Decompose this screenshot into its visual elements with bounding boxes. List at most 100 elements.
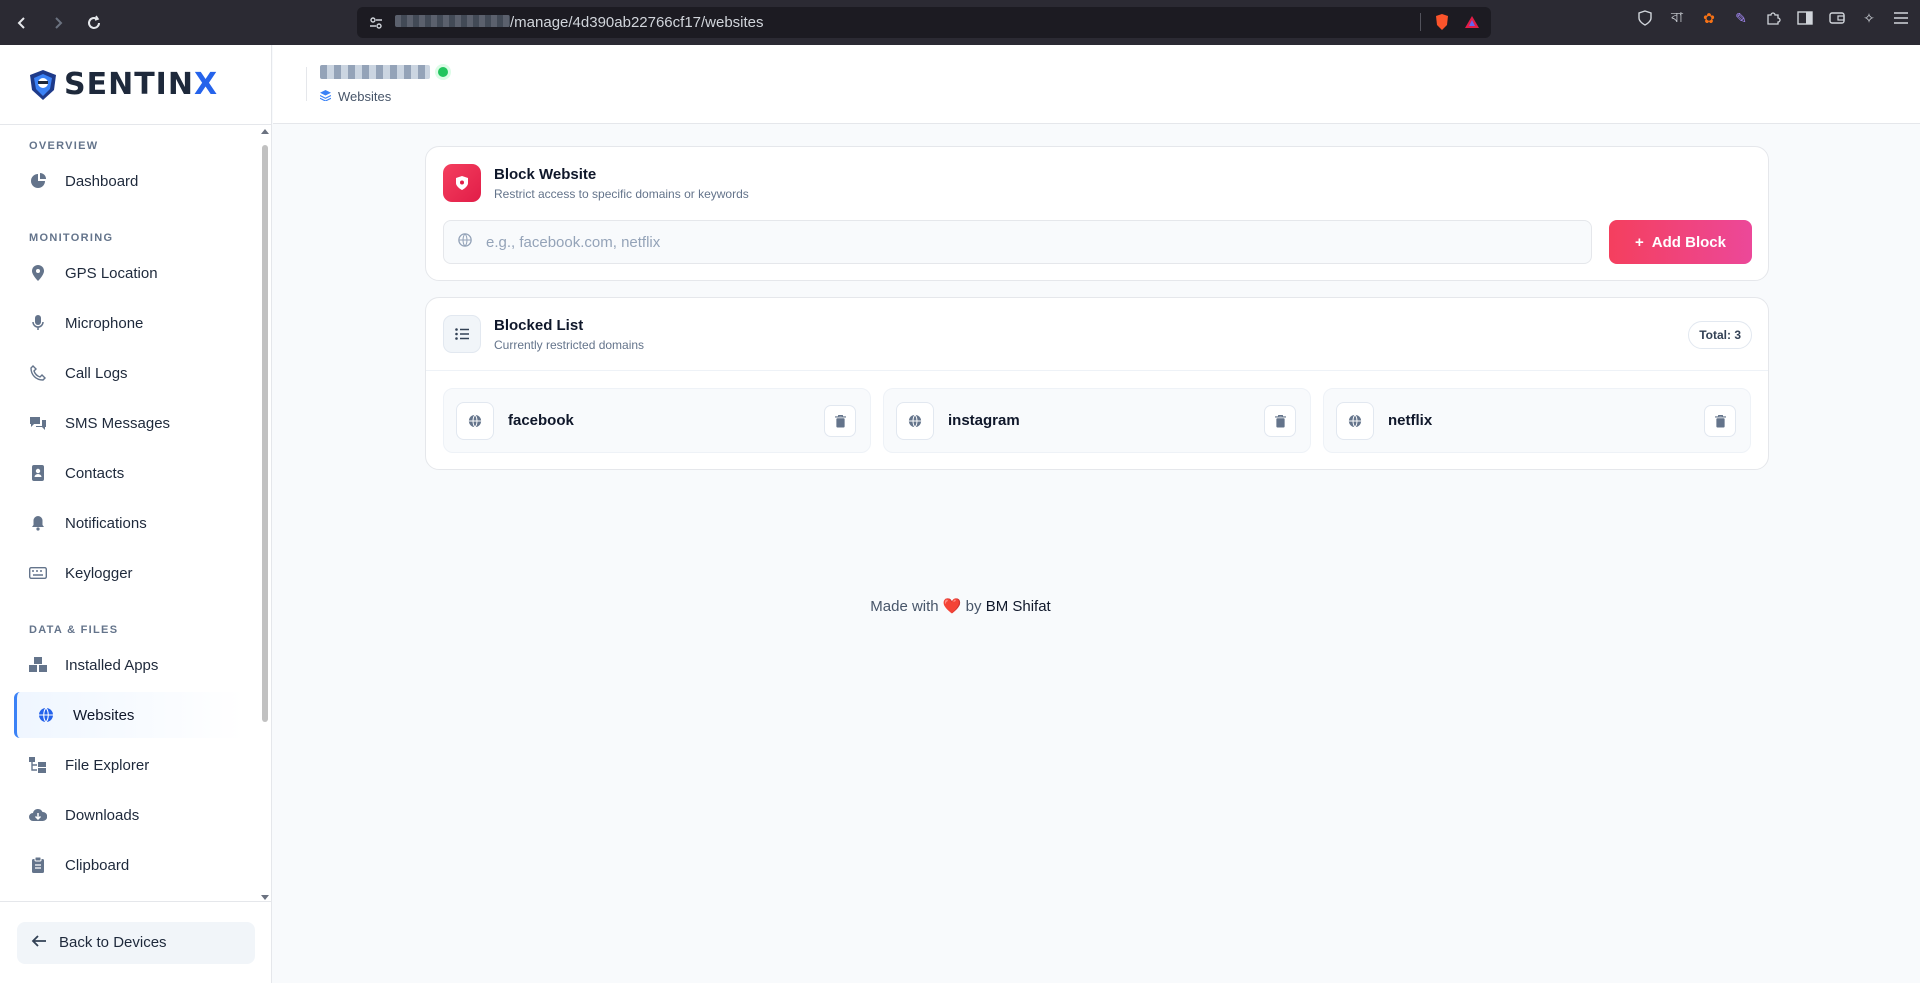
list-divider bbox=[426, 370, 1768, 371]
address-bar[interactable]: /manage/4d390ab22766cf17/websites bbox=[357, 7, 1491, 38]
section-monitoring: MONITORING bbox=[29, 232, 114, 244]
sidebar-item-notifications[interactable]: Notifications bbox=[0, 500, 258, 546]
sidebar-item-clipboard[interactable]: Clipboard bbox=[0, 842, 258, 888]
section-data-files: DATA & FILES bbox=[29, 624, 119, 636]
cloud-download-icon bbox=[29, 806, 47, 824]
scrollbar-thumb[interactable] bbox=[262, 145, 268, 722]
wallet-icon[interactable] bbox=[1828, 9, 1846, 27]
cubes-icon bbox=[29, 656, 47, 674]
sidebar-item-label: Installed Apps bbox=[65, 656, 159, 674]
globe-icon bbox=[37, 706, 55, 724]
sidebar-item-call-logs[interactable]: Call Logs bbox=[0, 350, 258, 396]
breadcrumb-current: Websites bbox=[338, 89, 392, 104]
back-to-devices-button[interactable]: Back to Devices bbox=[17, 921, 255, 964]
leo-ai-icon[interactable]: ✧ bbox=[1860, 9, 1878, 27]
sidebar-item-label: GPS Location bbox=[65, 264, 158, 282]
footer-author-link[interactable]: BM Shifat bbox=[986, 598, 1051, 615]
trash-icon bbox=[1274, 414, 1286, 427]
sidebar-item-contacts[interactable]: Contacts bbox=[0, 450, 258, 496]
sidebar-item-sms[interactable]: SMS Messages bbox=[0, 400, 258, 446]
trash-icon bbox=[834, 414, 846, 427]
sidebar-scrollbar[interactable] bbox=[259, 127, 271, 902]
sidebar-toggle-icon[interactable] bbox=[1796, 9, 1814, 27]
sidebar-item-label: Microphone bbox=[65, 314, 144, 332]
back-container: Back to Devices bbox=[0, 901, 272, 983]
list-card-title: Blocked List bbox=[494, 317, 584, 334]
delete-button[interactable] bbox=[1264, 405, 1296, 437]
extensions-bar: বা ✿ ✎ ✧ bbox=[1636, 9, 1910, 27]
footer-by: by bbox=[965, 598, 982, 615]
footer: Made with ❤️ by BM Shifat bbox=[273, 597, 1648, 615]
puzzle-extensions-icon[interactable] bbox=[1764, 9, 1782, 27]
sidebar: SENTINX OVERVIEW Dashboard MONITORING GP… bbox=[0, 45, 272, 983]
back-arrow-icon[interactable] bbox=[8, 9, 36, 37]
block-website-card: Block Website Restrict access to specifi… bbox=[425, 146, 1769, 281]
logo-shield-icon bbox=[30, 69, 56, 100]
shield-icon bbox=[443, 164, 481, 202]
scroll-up-arrow-icon[interactable] bbox=[261, 129, 269, 134]
layers-icon bbox=[319, 89, 332, 104]
blocked-item: netflix bbox=[1323, 388, 1751, 453]
blocked-domain: instagram bbox=[948, 412, 1020, 429]
block-card-title: Block Website bbox=[494, 166, 597, 183]
url-text: /manage/4d390ab22766cf17/websites bbox=[395, 14, 764, 31]
topbar: Websites bbox=[273, 45, 1920, 124]
sidebar-item-file-explorer[interactable]: File Explorer bbox=[0, 742, 258, 788]
phone-icon bbox=[29, 364, 47, 382]
domain-input[interactable] bbox=[486, 233, 1486, 251]
plus-icon: + bbox=[1635, 233, 1644, 251]
sidebar-item-downloads[interactable]: Downloads bbox=[0, 792, 258, 838]
site-settings-icon[interactable] bbox=[367, 14, 385, 32]
sidebar-item-microphone[interactable]: Microphone bbox=[0, 300, 258, 346]
microphone-icon bbox=[29, 314, 47, 332]
sidebar-item-label: Contacts bbox=[65, 464, 125, 482]
sidebar-item-gps[interactable]: GPS Location bbox=[0, 250, 258, 296]
sidebar-nav: OVERVIEW Dashboard MONITORING GPS Locati… bbox=[0, 126, 258, 901]
sidebar-item-label: Notifications bbox=[65, 514, 147, 532]
sidebar-item-label: SMS Messages bbox=[65, 414, 171, 432]
scroll-down-arrow-icon[interactable] bbox=[261, 895, 269, 900]
reload-icon[interactable] bbox=[80, 9, 108, 37]
add-block-label: Add Block bbox=[1651, 233, 1726, 251]
brave-rewards-icon[interactable] bbox=[1463, 13, 1481, 31]
blocked-domain: facebook bbox=[508, 412, 574, 429]
topbar-divider bbox=[306, 67, 307, 101]
sidebar-item-installed-apps[interactable]: Installed Apps bbox=[0, 642, 258, 688]
blocked-items: facebook instagram netflix bbox=[443, 388, 1751, 453]
sidebar-item-websites[interactable]: Websites bbox=[14, 692, 244, 738]
delete-button[interactable] bbox=[824, 405, 856, 437]
address-bar-actions bbox=[1420, 13, 1481, 31]
shield-extension-icon[interactable] bbox=[1636, 9, 1654, 27]
forward-arrow-icon[interactable] bbox=[44, 9, 72, 37]
block-card-subtitle: Restrict access to specific domains or k… bbox=[494, 187, 749, 201]
list-icon bbox=[443, 315, 481, 353]
add-block-button[interactable]: + Add Block bbox=[1609, 220, 1752, 264]
breadcrumb: Websites bbox=[319, 89, 392, 104]
bangla-extension-icon[interactable]: বা bbox=[1668, 9, 1686, 27]
sidebar-item-label: Clipboard bbox=[65, 856, 130, 874]
sidebar-item-label: Dashboard bbox=[65, 172, 139, 190]
menu-icon[interactable] bbox=[1892, 9, 1910, 27]
keyboard-icon bbox=[29, 564, 47, 582]
logo[interactable]: SENTINX bbox=[0, 45, 271, 125]
block-card-header: Block Website Restrict access to specifi… bbox=[494, 166, 749, 201]
app-root: SENTINX OVERVIEW Dashboard MONITORING GP… bbox=[0, 45, 1920, 983]
sidebar-item-keylogger[interactable]: Keylogger bbox=[0, 550, 258, 596]
bell-icon bbox=[29, 514, 47, 532]
address-divider bbox=[1420, 13, 1421, 31]
list-card-subtitle: Currently restricted domains bbox=[494, 338, 645, 352]
delete-button[interactable] bbox=[1704, 405, 1736, 437]
logo-text: SENTINX bbox=[64, 67, 219, 102]
cookie-extension-icon[interactable]: ✿ bbox=[1700, 9, 1718, 27]
back-label: Back to Devices bbox=[59, 934, 167, 951]
globe-icon bbox=[1336, 401, 1374, 440]
chat-bubbles-icon bbox=[29, 414, 47, 432]
feather-extension-icon[interactable]: ✎ bbox=[1732, 9, 1750, 27]
globe-icon bbox=[456, 401, 494, 440]
list-card-header: Blocked List Currently restricted domain… bbox=[494, 317, 644, 352]
globe-icon bbox=[896, 401, 934, 440]
sidebar-item-dashboard[interactable]: Dashboard bbox=[0, 158, 258, 204]
location-pin-icon bbox=[29, 264, 47, 282]
brave-shield-icon[interactable] bbox=[1433, 13, 1451, 31]
address-book-icon bbox=[29, 464, 47, 482]
